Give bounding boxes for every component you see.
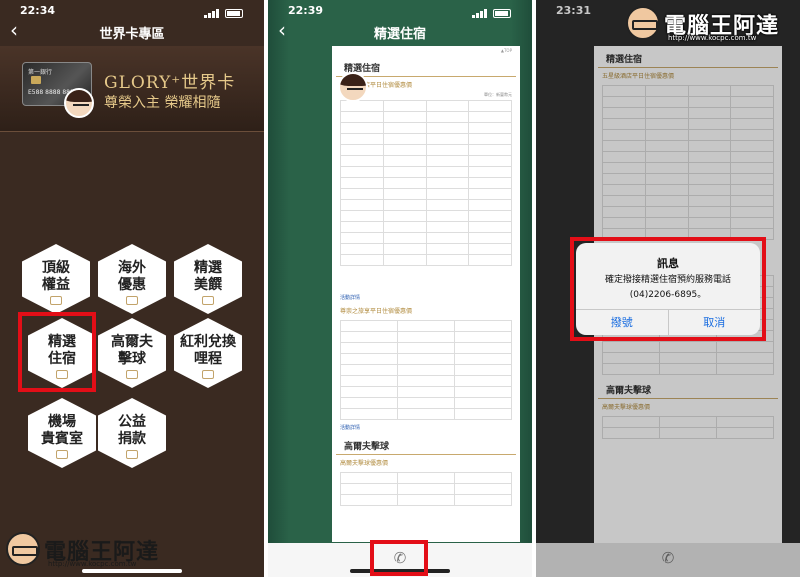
- plane-icon: [126, 296, 138, 305]
- menu-charity-donation[interactable]: 公益 捐款: [98, 398, 166, 468]
- highlight-box: [18, 312, 96, 392]
- mascot-face-icon: [6, 532, 40, 566]
- diamond-icon: [50, 296, 62, 305]
- top-link[interactable]: ▲TOP: [332, 46, 520, 55]
- nav-bar: ‹ 世界卡專區: [0, 18, 264, 42]
- menu-label: 高爾夫 擊球: [111, 334, 153, 367]
- menu-fine-dining[interactable]: 精選 美饌: [174, 244, 242, 314]
- heart-icon: [126, 450, 138, 459]
- phone-screen-world-card: 22:34 ‹ 世界卡專區 第一銀行 E588 8888 8888 GLORY⁺…: [0, 0, 264, 577]
- nav-bar: ‹ 精選住宿: [268, 18, 532, 42]
- menu-overseas-offers[interactable]: 海外 優惠: [98, 244, 166, 314]
- page-title: 精選住宿: [373, 27, 426, 42]
- menu-label: 紅利兌換 哩程: [180, 334, 236, 367]
- signal-battery-icon: [204, 5, 250, 18]
- hotel-price-table: [340, 100, 512, 266]
- suitcase-icon: [56, 450, 68, 459]
- menu-premium-benefits[interactable]: 頂級 權益: [22, 244, 90, 314]
- notice-text: [332, 276, 520, 284]
- notice-text: [332, 268, 520, 276]
- menu-bonus-miles[interactable]: 紅利兌換 哩程: [174, 318, 242, 388]
- gift-icon: [202, 370, 214, 379]
- watermark-logo: 電腦王阿達 http://www.kocpc.com.tw: [6, 532, 176, 572]
- card-bank-name: 第一銀行: [28, 69, 53, 76]
- mascot-avatar: [64, 88, 94, 118]
- brand-logo: GLORY⁺世界卡: [104, 73, 236, 93]
- status-time: 22:34: [20, 4, 56, 17]
- phone-screen-accommodation: 22:39 ‹ 精選住宿 ▲TOP 精選住宿 五星級酒店平日住宿優惠價 單位：新…: [268, 0, 532, 577]
- brand-slogan: 尊榮入主 榮耀相隨: [104, 95, 221, 111]
- lodging-price-table: [340, 320, 512, 420]
- mascot-avatar: [338, 72, 368, 102]
- menu-label: 頂級 權益: [42, 260, 70, 293]
- world-card-banner: 第一銀行 E588 8888 8888 GLORY⁺世界卡 尊榮入主 榮耀相隨: [0, 46, 264, 132]
- highlight-box: [570, 237, 766, 341]
- mascot-face-icon: [626, 6, 660, 40]
- menu-golf[interactable]: 高爾夫 擊球: [98, 318, 166, 388]
- section-heading: 高爾夫擊球: [336, 433, 516, 455]
- section-subheading: 高爾夫擊球優惠價: [340, 460, 389, 467]
- menu-label: 海外 優惠: [118, 260, 146, 293]
- dish-icon: [202, 296, 214, 305]
- menu-label: 公益 捐款: [118, 414, 146, 447]
- section-subheading: 尊崇之旅享平日住宿優惠價: [340, 308, 413, 315]
- signal-battery-icon: [472, 5, 518, 18]
- notice-text: [332, 284, 520, 292]
- golf-icon: [126, 370, 138, 379]
- phone-screen-call-confirm: 23:31 精選住宿 五星級酒店平日住宿優惠價 尊崇之旅享平日住宿優惠價 高爾夫…: [536, 0, 800, 577]
- watermark-url: http://www.kocpc.com.tw: [48, 560, 137, 568]
- menu-label: 機場 貴賓室: [41, 414, 83, 447]
- golf-price-table: [340, 472, 512, 506]
- home-indicator: [82, 569, 182, 573]
- page-title: 世界卡專區: [99, 27, 165, 42]
- menu-label: 精選 美饌: [194, 260, 222, 293]
- watermark-logo: 電腦王阿達 http://www.kocpc.com.tw: [626, 6, 796, 46]
- menu-airport-lounge[interactable]: 機場 貴賓室: [28, 398, 96, 468]
- card-chip-icon: [31, 76, 41, 84]
- accommodation-document: ▲TOP 精選住宿 五星級酒店平日住宿優惠價 單位：新臺幣元 活動詳情 尊崇之旅…: [332, 46, 520, 542]
- status-bar: 22:39: [268, 0, 532, 20]
- watermark-url: http://www.kocpc.com.tw: [668, 34, 757, 42]
- highlight-box: [370, 540, 428, 576]
- details-link[interactable]: 活動詳情: [332, 422, 520, 433]
- details-link[interactable]: 活動詳情: [332, 292, 520, 303]
- status-time: 22:39: [288, 4, 324, 17]
- status-bar: 22:34: [0, 0, 264, 20]
